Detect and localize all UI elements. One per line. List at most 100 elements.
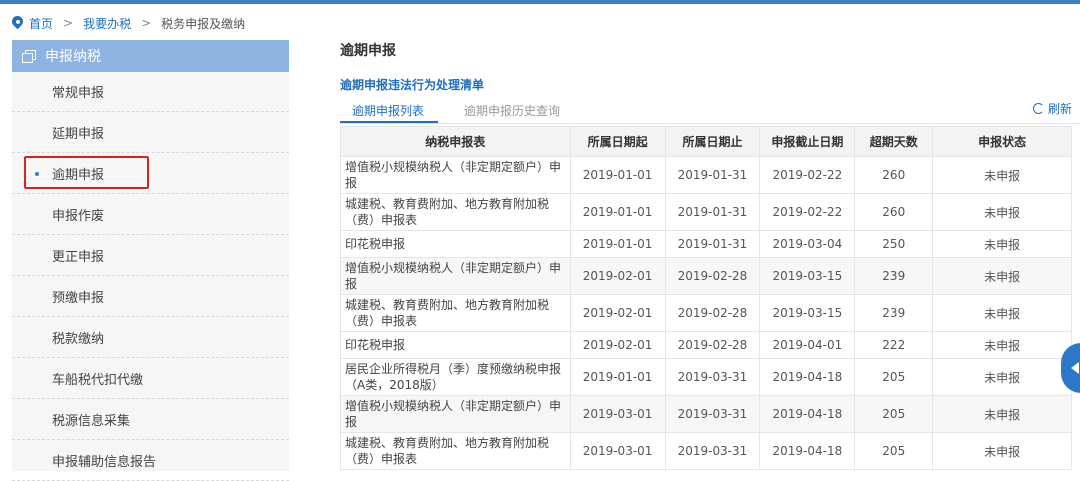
sidebar-item-label: 预缴申报	[52, 290, 105, 306]
status-cell: 未申报	[932, 294, 1072, 332]
location-pin-icon	[12, 16, 23, 30]
sidebar-item-prepayment[interactable]: 预缴申报	[12, 276, 289, 317]
table-row[interactable]: 城建税、教育费附加、地方教育附加税（费）申报表 2019-03-01 2019-…	[340, 432, 1072, 470]
table-row[interactable]: 印花税申报 2019-01-01 2019-01-31 2019-03-04 2…	[340, 230, 1072, 258]
deadline-cell: 2019-02-22	[759, 193, 856, 231]
deadline-cell: 2019-04-18	[759, 432, 856, 470]
active-dot-icon	[35, 172, 39, 176]
end-date-cell: 2019-01-31	[664, 230, 761, 258]
column-header: 超期天数	[854, 126, 934, 157]
refresh-button[interactable]: 刷新	[1032, 100, 1072, 117]
sidebar: 申报纳税 常规申报 延期申报 逾期申报 申报作废 更正申报 预缴申报 税款缴纳 …	[12, 40, 289, 481]
deadline-cell: 2019-03-15	[759, 257, 856, 295]
table-row[interactable]: 增值税小规模纳税人（非定期定额户）申报 2019-02-01 2019-02-2…	[340, 257, 1072, 295]
sidebar-item-label: 税款缴纳	[52, 331, 105, 347]
start-date-cell: 2019-03-01	[569, 395, 666, 433]
start-date-cell: 2019-02-01	[569, 294, 666, 332]
sidebar-item-void[interactable]: 申报作废	[12, 194, 289, 235]
end-date-cell: 2019-03-31	[664, 432, 761, 470]
end-date-cell: 2019-02-28	[664, 257, 761, 295]
sidebar-item-label: 申报辅助信息报告	[52, 454, 157, 470]
table-header-row: 纳税申报表 所属日期起 所属日期止 申报截止日期 超期天数 申报状态	[340, 126, 1072, 157]
breadcrumb-home[interactable]: 首页	[29, 15, 53, 32]
sidebar-item-tax-source[interactable]: 税源信息采集	[12, 399, 289, 440]
table-row[interactable]: 城建税、教育费附加、地方教育附加税（费）申报表 2019-02-01 2019-…	[340, 294, 1072, 332]
breadcrumb-separator: >	[63, 16, 74, 30]
main-content: 逾期申报 逾期申报违法行为处理清单 逾期申报列表 逾期申报历史查询 刷新 纳税申…	[340, 40, 1080, 471]
status-cell: 未申报	[932, 395, 1072, 433]
sidebar-item-auxiliary-report[interactable]: 申报辅助信息报告	[12, 440, 289, 481]
breadcrumb-current: 税务申报及缴纳	[161, 16, 246, 31]
status-cell: 未申报	[932, 156, 1072, 194]
form-name-cell: 印花税申报	[340, 331, 571, 359]
status-cell: 未申报	[932, 358, 1072, 396]
start-date-cell: 2019-01-01	[569, 230, 666, 258]
status-cell: 未申报	[932, 193, 1072, 231]
breadcrumb-level1[interactable]: 我要办税	[83, 15, 131, 32]
top-accent-bar	[0, 0, 1080, 4]
table-row[interactable]: 居民企业所得税月（季）度预缴纳税申报（A类，2018版） 2019-01-01 …	[340, 358, 1072, 396]
table-row[interactable]: 增值税小规模纳税人（非定期定额户）申报 2019-01-01 2019-01-3…	[340, 156, 1072, 194]
column-header: 所属日期止	[664, 126, 761, 157]
overdue-days-cell: 205	[854, 432, 934, 470]
start-date-cell: 2019-02-01	[569, 257, 666, 295]
start-date-cell: 2019-01-01	[569, 193, 666, 231]
deadline-cell: 2019-02-22	[759, 156, 856, 194]
refresh-label: 刷新	[1047, 102, 1072, 116]
column-header: 申报截止日期	[759, 126, 856, 157]
sidebar-item-label: 车船税代扣代缴	[52, 372, 144, 388]
section-title: 逾期申报违法行为处理清单	[340, 78, 485, 92]
tab-overdue-history[interactable]: 逾期申报历史查询	[464, 102, 560, 119]
end-date-cell: 2019-03-31	[664, 358, 761, 396]
overdue-days-cell: 205	[854, 358, 934, 396]
breadcrumb-separator: >	[141, 16, 152, 30]
deadline-cell: 2019-04-18	[759, 395, 856, 433]
form-name-cell: 城建税、教育费附加、地方教育附加税（费）申报表	[340, 432, 571, 470]
start-date-cell: 2019-01-01	[569, 156, 666, 194]
overdue-days-cell: 260	[854, 193, 934, 231]
deadline-cell: 2019-04-01	[759, 331, 856, 359]
overdue-days-cell: 239	[854, 257, 934, 295]
sidebar-item-label: 延期申报	[52, 126, 105, 142]
sidebar-item-label: 常规申报	[52, 86, 105, 101]
overdue-days-cell: 260	[854, 156, 934, 194]
start-date-cell: 2019-03-01	[569, 432, 666, 470]
highlight-box	[24, 156, 149, 189]
sidebar-item-vehicle-tax[interactable]: 车船税代扣代缴	[12, 358, 289, 399]
sidebar-item-overdue[interactable]: 逾期申报	[12, 153, 289, 194]
sidebar-item-label: 税源信息采集	[52, 413, 131, 429]
sidebar-item-label: 更正申报	[52, 249, 105, 265]
form-name-cell: 增值税小规模纳税人（非定期定额户）申报	[340, 395, 571, 433]
overdue-days-cell: 222	[854, 331, 934, 359]
form-name-cell: 居民企业所得税月（季）度预缴纳税申报（A类，2018版）	[340, 358, 571, 396]
end-date-cell: 2019-02-28	[664, 331, 761, 359]
table-row[interactable]: 城建税、教育费附加、地方教育附加税（费）申报表 2019-01-01 2019-…	[340, 193, 1072, 231]
column-header: 申报状态	[932, 126, 1072, 157]
table-row[interactable]: 增值税小规模纳税人（非定期定额户）申报 2019-03-01 2019-03-3…	[340, 395, 1072, 433]
table-row[interactable]: 印花税申报 2019-02-01 2019-02-28 2019-04-01 2…	[340, 331, 1072, 359]
overdue-table: 纳税申报表 所属日期起 所属日期止 申报截止日期 超期天数 申报状态 增值税小规…	[340, 126, 1072, 470]
sidebar-item-extension[interactable]: 延期申报	[12, 112, 289, 153]
column-header: 所属日期起	[569, 126, 666, 157]
sidebar-item-label: 申报作废	[52, 208, 105, 224]
breadcrumb: 首页 > 我要办税 > 税务申报及缴纳	[12, 14, 245, 32]
form-name-cell: 增值税小规模纳税人（非定期定额户）申报	[340, 156, 571, 194]
tab-overdue-list[interactable]: 逾期申报列表	[352, 102, 424, 119]
status-cell: 未申报	[932, 257, 1072, 295]
overdue-days-cell: 239	[854, 294, 934, 332]
sidebar-item-regular[interactable]: 常规申报	[12, 72, 289, 112]
status-cell: 未申报	[932, 331, 1072, 359]
sidebar-item-tax-payment[interactable]: 税款缴纳	[12, 317, 289, 358]
start-date-cell: 2019-01-01	[569, 358, 666, 396]
active-tab-underline	[340, 121, 438, 123]
form-name-cell: 印花税申报	[340, 230, 571, 258]
status-cell: 未申报	[932, 432, 1072, 470]
deadline-cell: 2019-04-18	[759, 358, 856, 396]
deadline-cell: 2019-03-15	[759, 294, 856, 332]
end-date-cell: 2019-01-31	[664, 156, 761, 194]
start-date-cell: 2019-02-01	[569, 331, 666, 359]
sidebar-header-label: 申报纳税	[45, 49, 101, 65]
sidebar-item-correction[interactable]: 更正申报	[12, 235, 289, 276]
windows-icon	[22, 50, 36, 63]
sidebar-header[interactable]: 申报纳税	[12, 40, 289, 72]
